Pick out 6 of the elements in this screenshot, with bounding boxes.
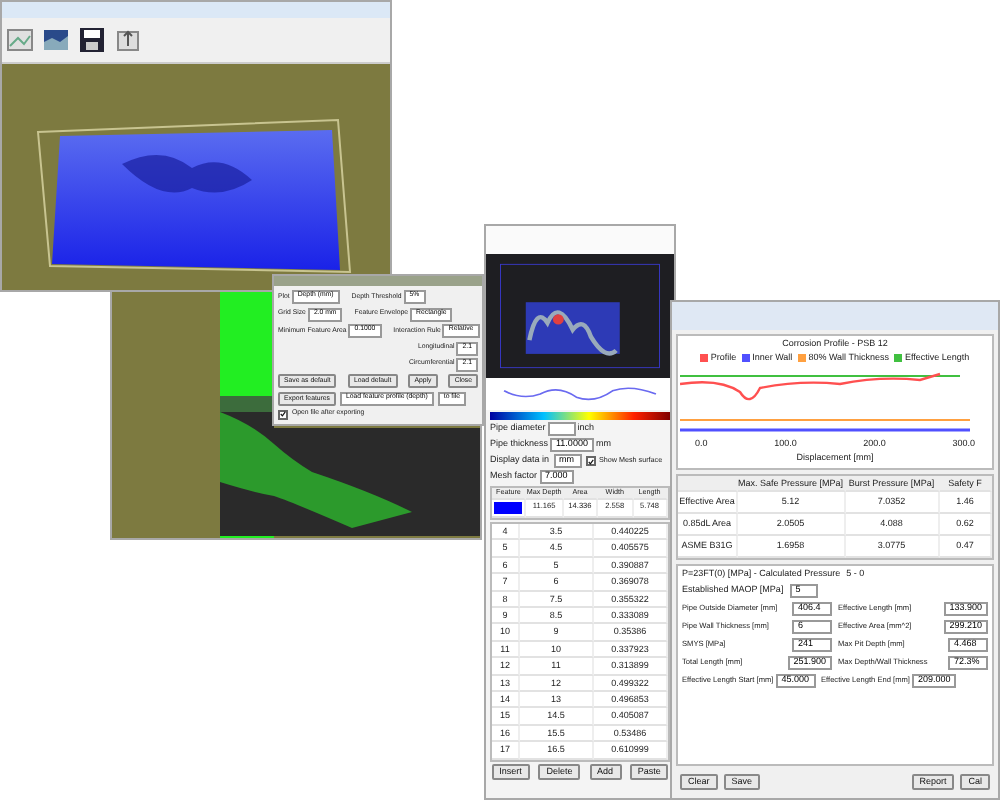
chart-icon[interactable] <box>42 26 70 54</box>
checkbox[interactable] <box>585 456 596 466</box>
save-icon[interactable] <box>78 26 106 54</box>
export-icon[interactable] <box>114 26 142 54</box>
checkbox[interactable] <box>278 409 288 420</box>
input-field[interactable] <box>547 422 576 436</box>
